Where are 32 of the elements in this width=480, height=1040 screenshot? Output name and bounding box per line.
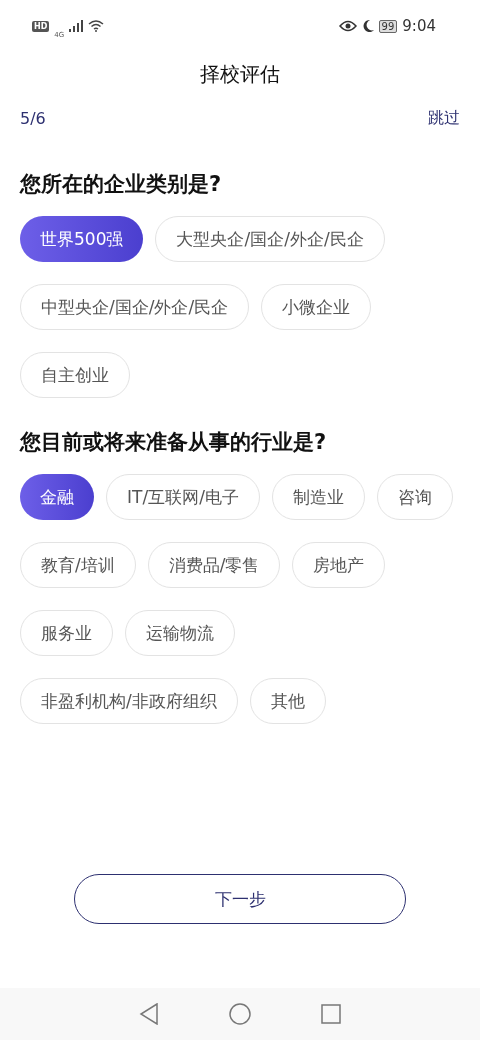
option-chip[interactable]: 运输物流 <box>125 610 235 656</box>
option-chip[interactable]: 消费品/零售 <box>147 542 281 588</box>
option-chip[interactable]: IT/互联网/电子 <box>106 474 260 520</box>
option-chip[interactable]: 制造业 <box>271 474 365 520</box>
page-title: 择校评估 <box>199 61 281 88</box>
moon-icon <box>361 19 374 33</box>
option-chip[interactable]: 小微企业 <box>261 284 372 330</box>
battery-indicator: 99 <box>378 19 398 33</box>
option-chip[interactable]: 大型央企/国企/外企/民企 <box>155 216 385 262</box>
status-time: 9:04 <box>402 17 436 35</box>
option-chip[interactable]: 世界500强 <box>20 216 144 262</box>
option-chip[interactable]: 咨询 <box>376 474 453 520</box>
wifi-icon <box>88 20 105 32</box>
back-icon[interactable] <box>139 1003 159 1025</box>
question-title: 您所在的企业类别是? <box>18 171 223 198</box>
option-chip[interactable]: 房地产 <box>292 542 386 588</box>
option-chip[interactable]: 非盈利机构/非政府组织 <box>20 678 238 724</box>
option-chip[interactable]: 其他 <box>249 678 326 724</box>
option-chip[interactable]: 自主创业 <box>20 352 130 398</box>
option-chip[interactable]: 服务业 <box>20 610 113 656</box>
skip-link[interactable]: 跳过 <box>428 107 460 129</box>
recents-icon[interactable] <box>321 1004 341 1024</box>
option-chip[interactable]: 金融 <box>20 474 94 520</box>
signal-icon <box>69 20 84 32</box>
next-button[interactable]: 下一步 <box>74 874 406 924</box>
hd-indicator: HD <box>32 20 50 32</box>
home-icon[interactable] <box>229 1003 251 1025</box>
eye-icon <box>338 20 357 32</box>
option-chip[interactable]: 中型央企/国企/外企/民企 <box>20 284 250 330</box>
question-title: 您目前或将来准备从事的行业是? <box>18 429 328 456</box>
step-counter: 5/6 <box>20 108 46 128</box>
option-chip[interactable]: 教育/培训 <box>20 542 136 588</box>
